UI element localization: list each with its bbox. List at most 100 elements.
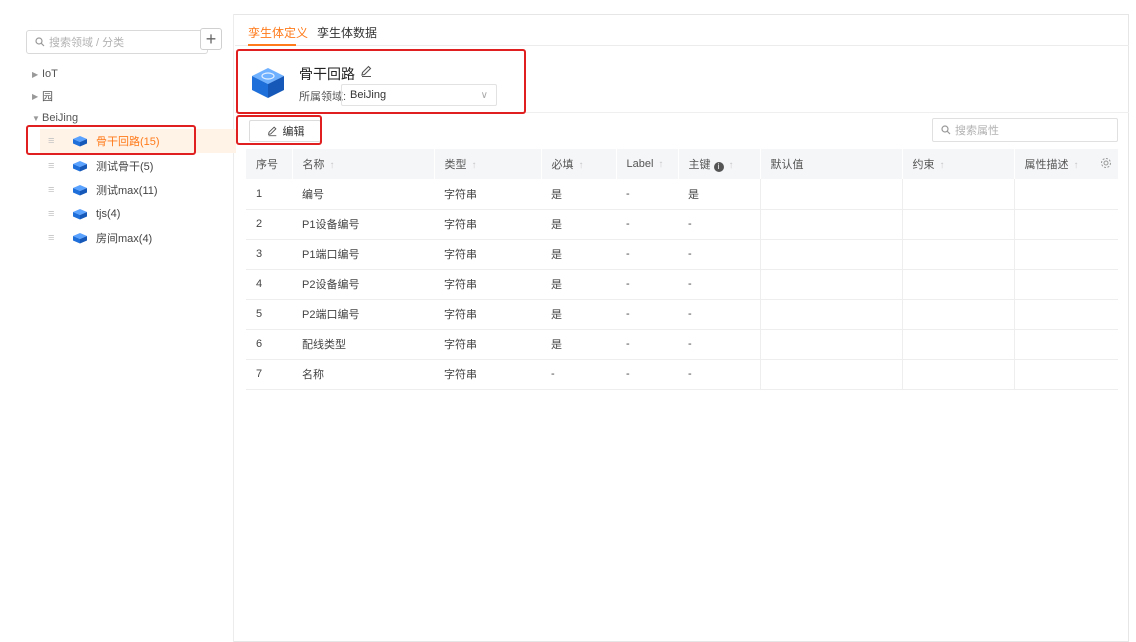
cube-icon bbox=[73, 233, 87, 244]
cell-type: 字符串 bbox=[434, 239, 541, 270]
cell-description bbox=[1014, 179, 1118, 210]
cell-type: 字符串 bbox=[434, 179, 541, 210]
table-row[interactable]: 5 P2端口编号 字符串是 - - bbox=[246, 299, 1118, 330]
column-header-description[interactable]: 属性描述 ↑ bbox=[1014, 149, 1119, 179]
domain-search-input[interactable]: 搜索领域 / 分类 bbox=[26, 30, 208, 54]
column-header-required[interactable]: 必填 ↑ bbox=[541, 149, 617, 179]
column-header-name[interactable]: 名称 ↑ bbox=[292, 149, 435, 179]
column-header-constraint[interactable]: 约束 ↑ bbox=[902, 149, 1015, 179]
cell-primary-key: - bbox=[678, 239, 761, 270]
table-row[interactable]: 1 编号 字符串是 - 是 bbox=[246, 179, 1118, 210]
search-icon bbox=[35, 37, 45, 47]
table-row[interactable]: 7 名称 字符串 - - - bbox=[246, 359, 1118, 390]
table-row[interactable]: 2 P1设备编号 字符串是 - - bbox=[246, 209, 1118, 240]
attribute-search-input[interactable]: 搜索属性 bbox=[932, 118, 1118, 142]
drag-handle-icon[interactable]: ≡ bbox=[48, 135, 72, 147]
cell-label: - bbox=[616, 179, 678, 210]
sort-arrow-icon[interactable]: ↑ bbox=[658, 159, 663, 170]
sort-arrow-icon[interactable]: ↑ bbox=[940, 160, 945, 171]
column-header-label: 必填 bbox=[551, 159, 574, 171]
cube-icon bbox=[73, 185, 87, 196]
sort-arrow-icon[interactable]: ↑ bbox=[330, 160, 335, 171]
column-header-label: 默认值 bbox=[770, 159, 804, 171]
cell-required: 是 bbox=[541, 179, 616, 210]
table-header-row: 序号 名称 ↑ 类型 ↑ 必填 ↑ Label ↑ 主键 i ↑ 默认值 约束 ↑ 属性描述 ↑ bbox=[246, 149, 1119, 179]
edit-button-label: 编辑 bbox=[282, 126, 305, 138]
cell-default bbox=[760, 329, 903, 360]
column-header-label: 主键 bbox=[688, 159, 711, 171]
column-header-default: 默认值 bbox=[760, 149, 903, 179]
column-header-label-col[interactable]: Label ↑ bbox=[616, 149, 679, 179]
tree-child-test-backbone[interactable]: ≡ 测试骨干(5) bbox=[40, 154, 236, 178]
cell-primary-key: - bbox=[678, 209, 761, 240]
column-header-label: 序号 bbox=[256, 159, 278, 171]
drag-handle-icon[interactable]: ≡ bbox=[48, 160, 72, 172]
cell-description bbox=[1014, 269, 1118, 300]
tree-node-label: 园 bbox=[42, 91, 53, 103]
table-row[interactable]: 4 P2设备编号 字符串是 - - bbox=[246, 269, 1118, 300]
column-header-label: 属性描述 bbox=[1024, 159, 1069, 171]
edit-button[interactable]: 编辑 bbox=[249, 120, 321, 142]
column-header-type[interactable]: 类型 ↑ bbox=[434, 149, 542, 179]
drag-handle-icon[interactable]: ≡ bbox=[48, 208, 72, 220]
cube-icon bbox=[73, 161, 87, 172]
column-header-label: 类型 bbox=[444, 159, 467, 171]
tree-child-test-max[interactable]: ≡ 测试max(11) bbox=[40, 178, 236, 202]
sort-arrow-icon[interactable]: ↑ bbox=[579, 160, 584, 171]
tree-child-room-max[interactable]: ≡ 房间max(4) bbox=[40, 226, 236, 250]
cell-label: - bbox=[616, 299, 678, 330]
column-header-primary-key[interactable]: 主键 i ↑ bbox=[678, 149, 761, 179]
cell-constraint bbox=[902, 269, 1015, 300]
sort-arrow-icon[interactable]: ↑ bbox=[1074, 160, 1079, 171]
tab-twin-definition[interactable]: 孪生体定义 bbox=[248, 24, 308, 41]
sidebar: 搜索领域 / 分类 + ▶ IoT ▶ 园 ▼ BeiJing ≡ 骨干回路(1… bbox=[14, 14, 236, 642]
add-domain-button[interactable]: + bbox=[200, 28, 222, 50]
table-row[interactable]: 6 配线类型 字符串是 - - bbox=[246, 329, 1118, 360]
column-header-label: 约束 bbox=[912, 159, 935, 171]
tree-child-label: tjs(4) bbox=[96, 208, 121, 220]
cell-name: P2设备编号 bbox=[292, 269, 434, 300]
tree-node-beijing[interactable]: ▼ BeiJing bbox=[32, 108, 78, 128]
tree-child-label: 测试骨干(5) bbox=[96, 161, 154, 173]
cell-description bbox=[1014, 299, 1118, 330]
search-placeholder: 搜索领域 / 分类 bbox=[49, 37, 125, 49]
drag-handle-icon[interactable]: ≡ bbox=[48, 184, 72, 196]
sort-arrow-icon[interactable]: ↑ bbox=[729, 160, 734, 171]
cell-primary-key: - bbox=[678, 329, 761, 360]
tab-twin-data[interactable]: 孪生体数据 bbox=[317, 24, 377, 41]
info-icon[interactable]: i bbox=[713, 162, 724, 172]
drag-handle-icon[interactable]: ≡ bbox=[48, 232, 72, 244]
tree-child-tjs[interactable]: ≡ tjs(4) bbox=[40, 202, 236, 226]
cell-required: - bbox=[541, 359, 616, 390]
cell-label: - bbox=[616, 329, 678, 360]
tree-child-label: 房间max(4) bbox=[96, 233, 153, 245]
cell-index: 1 bbox=[246, 179, 292, 210]
cell-index: 5 bbox=[246, 299, 292, 330]
cell-label: - bbox=[616, 239, 678, 270]
cell-default bbox=[760, 359, 903, 390]
cell-index: 2 bbox=[246, 209, 292, 240]
tree-child-label: 测试max(11) bbox=[96, 185, 158, 197]
cell-label: - bbox=[616, 269, 678, 300]
domain-select-value: BeiJing bbox=[350, 89, 387, 101]
gear-icon[interactable] bbox=[1100, 157, 1112, 169]
cell-name: 编号 bbox=[292, 179, 434, 210]
cell-description bbox=[1014, 329, 1118, 360]
tree-node-iot[interactable]: ▶ IoT bbox=[32, 64, 58, 84]
edit-name-icon[interactable] bbox=[359, 64, 373, 78]
cell-constraint bbox=[902, 179, 1015, 210]
tab-bar: 孪生体定义 孪生体数据 bbox=[235, 14, 1129, 46]
tree-node-label: BeiJing bbox=[42, 112, 79, 124]
cell-primary-key: - bbox=[678, 359, 761, 390]
tree-child-backbone-loop[interactable]: ≡ 骨干回路(15) bbox=[40, 129, 236, 153]
caret-down-icon: ▼ bbox=[32, 113, 40, 123]
attribute-search-placeholder: 搜索属性 bbox=[955, 125, 999, 137]
cell-default bbox=[760, 239, 903, 270]
cell-default bbox=[760, 209, 903, 240]
sort-arrow-icon[interactable]: ↑ bbox=[472, 160, 477, 171]
tree-child-label: 骨干回路(15) bbox=[96, 136, 160, 148]
entity-name: 骨干回路 bbox=[299, 66, 355, 82]
table-row[interactable]: 3 P1端口编号 字符串是 - - bbox=[246, 239, 1118, 270]
tree-node-yuan[interactable]: ▶ 园 bbox=[32, 86, 53, 106]
domain-select[interactable]: BeiJing ∨ bbox=[341, 84, 497, 106]
